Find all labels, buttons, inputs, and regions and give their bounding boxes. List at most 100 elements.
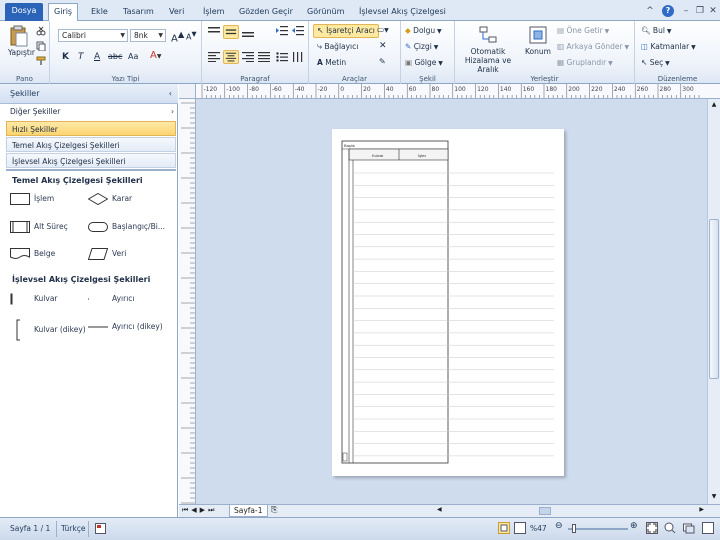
- pencil-tool-icon[interactable]: ✎: [379, 57, 386, 66]
- minimize-window-icon[interactable]: –: [680, 5, 692, 17]
- diagram-title[interactable]: Başlık: [344, 143, 355, 148]
- insert-page-icon[interactable]: ⎘: [271, 505, 277, 515]
- more-shapes-button[interactable]: Diğer Şekiller ›: [10, 107, 174, 119]
- pan-zoom-icon[interactable]: [664, 522, 676, 534]
- position-button[interactable]: Konum: [523, 25, 553, 56]
- shape-process[interactable]: İşlem: [10, 191, 54, 207]
- grow-font-button[interactable]: A▲: [171, 29, 184, 44]
- resize-grip-icon[interactable]: [702, 522, 714, 534]
- cut-icon[interactable]: [36, 26, 46, 36]
- shape-subprocess[interactable]: Alt Süreç: [10, 219, 68, 235]
- strikethrough-button[interactable]: abc: [108, 52, 122, 61]
- switch-windows-icon[interactable]: [683, 522, 695, 534]
- change-case-button[interactable]: Aa: [128, 52, 138, 61]
- full-screen-view-icon[interactable]: [514, 522, 526, 534]
- cross-functional-diagram[interactable]: Başlık Kulvar İşlev: [332, 129, 564, 476]
- tab-cross-functional[interactable]: İşlevsel Akış Çizelgesi: [354, 4, 451, 21]
- close-shape-icon[interactable]: ✕: [379, 41, 387, 51]
- align-middle-icon[interactable]: [223, 25, 239, 39]
- vertical-scroll-thumb[interactable]: [709, 219, 719, 379]
- outdent-icon[interactable]: [292, 26, 304, 36]
- align-bottom-icon[interactable]: [242, 27, 254, 37]
- horizontal-ruler[interactable]: -120 -100 -80 -60 -40 -20 0 20 40 60 80 100 120 140 16…: [196, 84, 720, 99]
- lane-label-2[interactable]: İşlev: [418, 153, 426, 158]
- macro-record-icon[interactable]: [95, 523, 106, 534]
- shape-document[interactable]: Belge: [10, 246, 55, 262]
- shrink-font-button[interactable]: A▼: [186, 30, 197, 42]
- stencil-basic-flowchart[interactable]: Temel Akış Çizelgesi Şekilleri: [6, 137, 176, 152]
- align-top-icon[interactable]: [208, 27, 220, 37]
- send-back-button[interactable]: ▥ Arkaya Gönder ▼: [557, 42, 629, 51]
- paste-button[interactable]: Yapıştır: [8, 25, 35, 57]
- fill-button[interactable]: ◆ Dolgu ▼: [405, 26, 442, 35]
- page-tab-sayfa-1[interactable]: Sayfa-1: [229, 505, 268, 517]
- collapse-pane-icon[interactable]: ‹: [169, 84, 172, 104]
- close-window-icon[interactable]: ✕: [707, 5, 719, 17]
- page-nav-icons[interactable]: ⏮◀▶⏭: [182, 506, 217, 515]
- scroll-down-icon[interactable]: ▼: [709, 493, 719, 502]
- stencil-cross-functional[interactable]: İşlevsel Akış Çizelgesi Şekilleri: [6, 153, 176, 168]
- tab-review[interactable]: Gözden Geçir: [234, 4, 298, 21]
- font-size-select[interactable]: 8nk ▼: [130, 29, 166, 42]
- stencil-quick-shapes[interactable]: Hızlı Şekiller: [6, 121, 176, 136]
- font-color-button[interactable]: A▼: [150, 50, 161, 61]
- zoom-level[interactable]: %47: [530, 524, 547, 533]
- layers-button[interactable]: ◫ Katmanlar ▼: [641, 42, 696, 51]
- underline-button[interactable]: A: [94, 52, 100, 62]
- vertical-scrollbar[interactable]: ▲ ▼: [707, 99, 720, 504]
- minimize-ribbon-icon[interactable]: ^: [644, 5, 656, 17]
- tab-view[interactable]: Görünüm: [302, 4, 349, 21]
- auto-align-button[interactable]: Otomatik Hizalama ve Aralık: [457, 25, 519, 74]
- shape-separator[interactable]: Ayırıcı: [88, 291, 135, 307]
- find-button[interactable]: 🔍︎ Bul ▼: [641, 26, 671, 35]
- italic-button[interactable]: T: [78, 52, 84, 62]
- drawing-canvas[interactable]: -120 -100 -80 -60 -40 -20 0 20 40 60 80 100 120 140 16…: [179, 84, 720, 517]
- help-icon[interactable]: ?: [662, 5, 674, 17]
- status-page-number[interactable]: Sayfa 1 / 1: [10, 524, 50, 533]
- shape-separator-vertical[interactable]: Ayırıcı (dikey): [88, 319, 163, 335]
- shadow-button[interactable]: ▣ Gölge ▼: [405, 58, 443, 67]
- rectangle-tool-button[interactable]: ▭▼: [377, 25, 389, 34]
- pointer-tool-button[interactable]: ↖ İşaretçi Aracı: [313, 24, 379, 38]
- align-center-icon[interactable]: [223, 50, 239, 64]
- scroll-left-icon[interactable]: ◀: [437, 506, 442, 513]
- line-button[interactable]: ✎ Çizgi ▼: [405, 42, 438, 51]
- tab-insert[interactable]: Ekle: [86, 4, 113, 21]
- format-painter-icon[interactable]: [36, 56, 46, 66]
- tab-home[interactable]: Giriş: [48, 3, 79, 21]
- justify-icon[interactable]: [258, 52, 270, 62]
- zoom-out-icon[interactable]: ⊖: [555, 521, 563, 531]
- tab-data[interactable]: Veri: [164, 4, 189, 21]
- zoom-slider-track[interactable]: [568, 528, 628, 530]
- shape-decision[interactable]: Karar: [87, 191, 132, 207]
- scroll-up-icon[interactable]: ▲: [709, 101, 719, 110]
- select-button[interactable]: ↖ Seç ▼: [641, 58, 670, 67]
- lane-label-1[interactable]: Kulvar: [372, 153, 384, 158]
- indent-icon[interactable]: [276, 26, 288, 36]
- status-language[interactable]: Türkçe: [61, 524, 85, 533]
- connector-tool-button[interactable]: ⤷ Bağlayıcı: [317, 42, 358, 52]
- vertical-ruler[interactable]: [179, 99, 196, 504]
- shape-swimlane[interactable]: Kulvar: [10, 291, 58, 307]
- shape-start-end[interactable]: Başlangıç/Bi...: [88, 219, 165, 235]
- text-tool-button[interactable]: A Metin: [317, 58, 346, 67]
- scroll-right-icon[interactable]: ▶: [699, 506, 704, 513]
- shape-data[interactable]: Veri: [87, 246, 126, 262]
- normal-view-icon[interactable]: [498, 522, 510, 534]
- tab-design[interactable]: Tasarım: [118, 4, 159, 21]
- tab-file[interactable]: Dosya: [5, 3, 43, 21]
- horizontal-scroll-thumb[interactable]: [539, 507, 551, 515]
- zoom-slider-thumb[interactable]: [572, 524, 576, 533]
- bullets-icon[interactable]: [276, 52, 288, 62]
- zoom-in-icon[interactable]: ⊕: [630, 521, 638, 531]
- group-button[interactable]: ▦ Gruplandır ▼: [557, 58, 613, 67]
- fit-page-icon[interactable]: [646, 522, 658, 534]
- font-family-select[interactable]: Calibri ▼: [58, 29, 128, 42]
- align-right-icon[interactable]: [242, 52, 254, 62]
- tab-process[interactable]: İşlem: [198, 4, 229, 21]
- align-left-icon[interactable]: [208, 52, 220, 62]
- copy-icon[interactable]: [36, 41, 46, 51]
- drawing-page[interactable]: Başlık Kulvar İşlev: [332, 129, 564, 476]
- shape-swimlane-vertical[interactable]: Kulvar (dikey): [10, 319, 86, 341]
- bring-front-button[interactable]: ▤ Öne Getir ▼: [557, 26, 609, 35]
